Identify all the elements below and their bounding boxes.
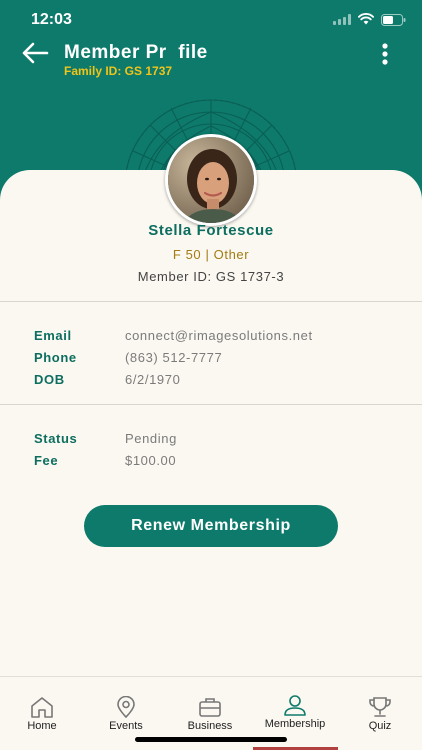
fee-value: $100.00 <box>125 453 177 468</box>
status-label: Status <box>34 431 78 446</box>
email-label: Email <box>34 328 72 343</box>
divider <box>0 301 422 302</box>
member-gender-age: F 50 | Other <box>172 247 250 262</box>
back-arrow-icon[interactable] <box>20 40 50 66</box>
tab-home[interactable]: Home <box>0 677 84 737</box>
more-options-icon[interactable] <box>376 42 394 68</box>
member-id: Member ID: GS 1737-3 <box>137 269 285 284</box>
member-name: Stella Fortescue <box>148 222 274 239</box>
battery-icon <box>381 14 406 26</box>
avatar <box>165 134 257 226</box>
family-id: Family ID: GS 1737 <box>64 64 173 78</box>
email-value[interactable]: connect@rimagesolutions.net <box>125 328 313 343</box>
tab-quiz-label: Quiz <box>368 720 392 732</box>
briefcase-icon <box>199 698 221 717</box>
tab-membership-label: Membership <box>264 718 326 730</box>
person-icon <box>284 695 306 716</box>
profile-card <box>0 170 422 676</box>
dob-label: DOB <box>34 372 65 387</box>
status-time: 12:03 <box>31 11 72 28</box>
phone-label: Phone <box>34 350 77 365</box>
dob-value: 6/2/1970 <box>125 372 181 387</box>
status-bar: 12:03 <box>0 0 422 40</box>
trophy-icon <box>369 697 391 717</box>
page-title: Member Pr file <box>64 42 208 63</box>
tab-business[interactable]: Business <box>168 677 252 737</box>
tab-business-label: Business <box>187 720 233 732</box>
home-indicator[interactable] <box>135 737 287 742</box>
tab-home-label: Home <box>27 720 57 732</box>
location-pin-icon <box>117 696 135 718</box>
tab-events-label: Events <box>109 720 143 732</box>
status-value: Pending <box>125 431 177 446</box>
phone-value[interactable]: (863) 512-7777 <box>125 350 222 365</box>
wifi-icon <box>358 13 374 25</box>
renew-membership-button[interactable]: Renew Membership <box>84 505 338 547</box>
tab-membership[interactable]: Membership <box>253 677 337 737</box>
home-icon <box>31 697 53 718</box>
fee-label: Fee <box>34 453 59 468</box>
tab-quiz[interactable]: Quiz <box>338 677 422 737</box>
tab-events[interactable]: Events <box>84 677 168 737</box>
divider <box>0 404 422 405</box>
signal-icon <box>333 14 351 25</box>
